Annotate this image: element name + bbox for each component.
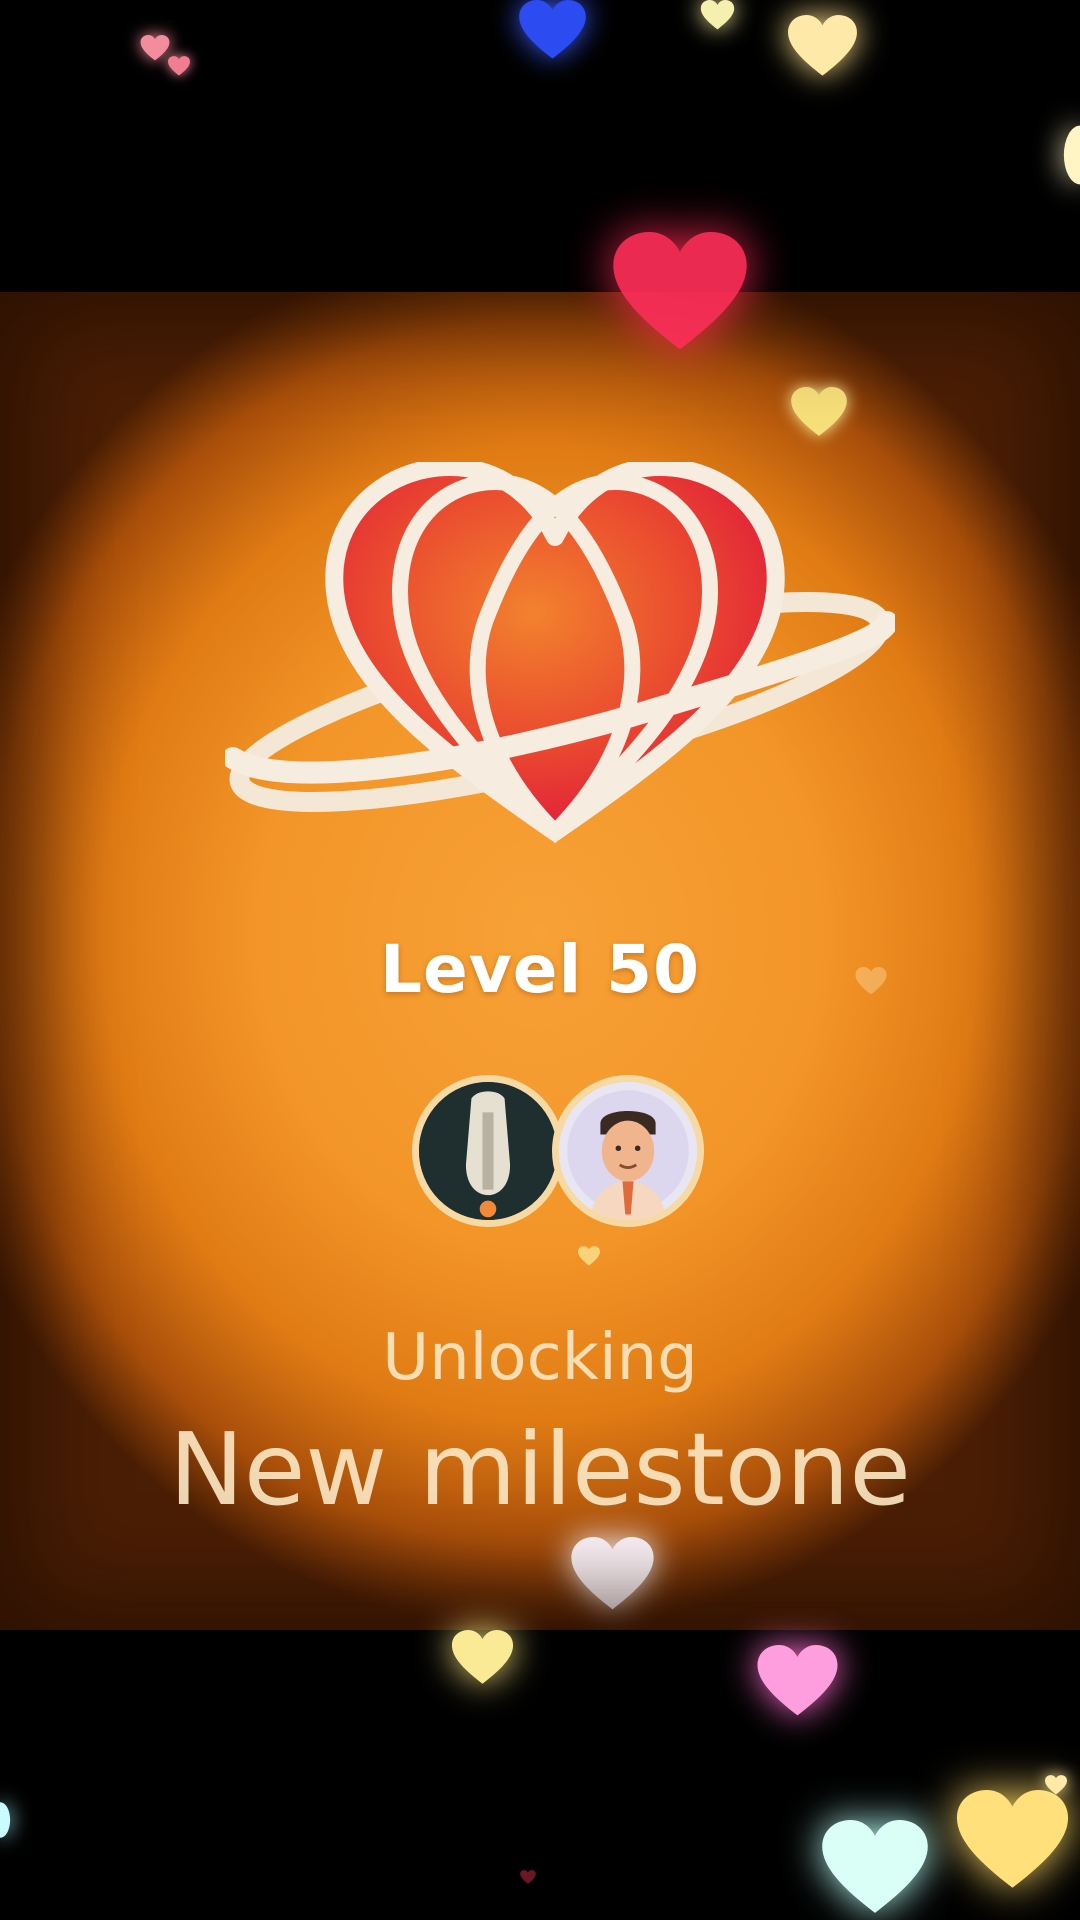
floating-heart-icon (955, 1790, 1070, 1890)
floating-heart-icon (570, 1537, 655, 1611)
unlocking-label: Unlocking (382, 1321, 698, 1395)
floating-heart-icon (1045, 1775, 1067, 1795)
floating-heart-icon (0, 1800, 14, 1840)
floating-heart-icon (690, 0, 745, 30)
floating-heart-icon (820, 1820, 930, 1915)
floating-heart-icon (515, 0, 590, 60)
floating-heart-icon (790, 387, 848, 437)
heart-planet-icon (225, 462, 895, 844)
screen: Level 50 Unlocking New milestone (0, 0, 1080, 1920)
floating-heart-icon (450, 1630, 515, 1685)
milestone-card: Level 50 Unlocking New milestone (0, 292, 1080, 1630)
couple-avatars (412, 1075, 704, 1266)
floating-heart-icon (140, 35, 170, 61)
floating-heart-icon (168, 56, 190, 76)
milestone-label: New milestone (169, 1411, 911, 1528)
avatar (412, 1075, 564, 1227)
floating-heart-icon (755, 1645, 840, 1717)
floating-heart-icon (520, 1870, 536, 1884)
avatar (552, 1075, 704, 1227)
floating-heart-icon (785, 15, 860, 77)
level-title: Level 50 (379, 931, 701, 1008)
floating-heart-icon (1058, 120, 1080, 190)
heart-icon (578, 1246, 600, 1266)
floating-heart-icon (610, 232, 750, 352)
